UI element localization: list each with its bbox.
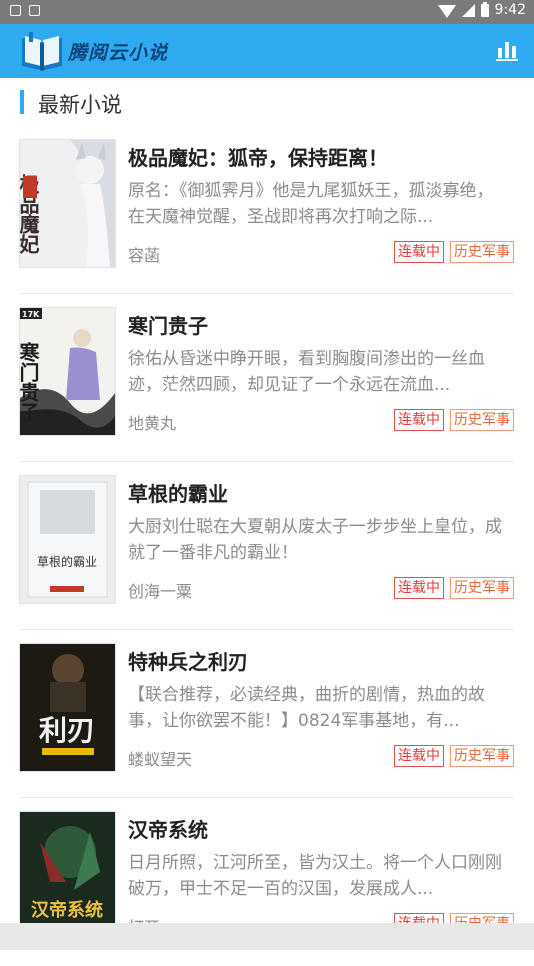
book-title: 草根的霸业 <box>128 482 228 506</box>
book-cover[interactable]: 极品魔妃 <box>20 140 115 267</box>
app-bar: 腾阅云小说 <box>0 24 534 78</box>
cover-text: 利刃 <box>39 714 95 747</box>
cover-text: 寒门贵子 <box>20 341 40 422</box>
notification-icon <box>10 5 21 16</box>
book-cover[interactable]: 汉帝系统 <box>20 812 115 939</box>
bar-chart-icon[interactable] <box>496 39 518 61</box>
cover-text: 汉帝系统 <box>31 899 103 921</box>
section-header: 最新小说 <box>0 78 534 126</box>
book-author: 容菡 <box>128 246 161 265</box>
book-author: 创海一粟 <box>128 582 193 601</box>
book-title: 特种兵之利刃 <box>128 650 248 674</box>
svg-text:17K: 17K <box>22 310 40 319</box>
status-tag: 连载中 <box>394 409 444 431</box>
book-cover[interactable]: 17K 寒门贵子 <box>20 308 115 435</box>
notification-a-icon <box>29 5 40 16</box>
book-cover-image: 极品魔妃 <box>20 140 115 267</box>
book-title: 汉帝系统 <box>128 818 208 842</box>
book-cover-image: 17K 寒门贵子 <box>20 308 115 435</box>
book-description: 日月所照，江河所至，皆为汉土。将一个人口刚刚破万，甲士不足一百的汉国，发展成人.… <box>128 853 502 899</box>
category-tag[interactable]: 历史军事 <box>450 577 514 599</box>
book-item[interactable]: 草根的霸业 草根的霸业 大厨刘仕聪在大夏朝从废太子一步步坐上皇位，成就了一番非凡… <box>0 462 534 630</box>
book-description: 徐佑从昏迷中睁开眼，看到胸腹间渗出的一丝血迹，茫然四顾，却见证了一个永远在流血.… <box>128 349 485 395</box>
category-tag[interactable]: 历史军事 <box>450 409 514 431</box>
category-tag[interactable]: 历史军事 <box>450 241 514 263</box>
section-title: 最新小说 <box>38 93 122 117</box>
status-bar: 9:42 <box>0 0 534 24</box>
wifi-icon <box>437 4 456 18</box>
book-title: 极品魔妃：狐帝，保持距离！ <box>128 146 388 170</box>
book-author: 蝼蚁望天 <box>128 750 193 769</box>
book-logo-icon <box>22 32 62 71</box>
book-item[interactable]: 极品魔妃 极品魔妃：狐帝，保持距离！ 原名：《御狐霁月》他是九尾狐妖王，孤淡寡绝… <box>0 126 534 294</box>
book-cover[interactable]: 利刃 <box>20 644 115 771</box>
navigation-bar <box>0 923 534 950</box>
category-tag[interactable]: 历史军事 <box>450 745 514 767</box>
book-cover-image: 草根的霸业 <box>20 476 115 603</box>
book-cover-image: 利刃 <box>20 644 115 771</box>
book-description: 【联合推荐，必读经典，曲折的剧情，热血的故事，让你欲罢不能！】0824军事基地，… <box>128 685 485 731</box>
status-tag: 连载中 <box>394 745 444 767</box>
app-title: 腾阅云小说 <box>68 42 169 64</box>
book-description: 原名：《御狐霁月》他是九尾狐妖王，孤淡寡绝，在天魔神觉醒，圣战即将再次打响之际.… <box>128 181 494 227</box>
book-item[interactable]: 17K 寒门贵子 寒门贵子 徐佑从昏迷中睁开眼，看到胸腹间渗出的一丝血迹，茫然四… <box>0 294 534 462</box>
battery-icon <box>480 1 489 17</box>
status-tag: 连载中 <box>394 241 444 263</box>
cover-text: 草根的霸业 <box>37 554 97 569</box>
book-description: 大厨刘仕聪在大夏朝从废太子一步步坐上皇位，成就了一番非凡的霸业！ <box>128 517 502 563</box>
status-time: 9:42 <box>494 2 526 18</box>
status-tag: 连载中 <box>394 577 444 599</box>
section-accent-bar <box>20 90 24 114</box>
book-cover-image: 汉帝系统 <box>20 812 115 939</box>
book-author: 地黄丸 <box>128 414 177 433</box>
book-cover[interactable]: 草根的霸业 <box>20 476 115 603</box>
book-title: 寒门贵子 <box>128 314 208 338</box>
book-item[interactable]: 利刃 特种兵之利刃 【联合推荐，必读经典，曲折的剧情，热血的故事，让你欲罢不能！… <box>0 630 534 798</box>
signal-icon <box>461 3 475 17</box>
